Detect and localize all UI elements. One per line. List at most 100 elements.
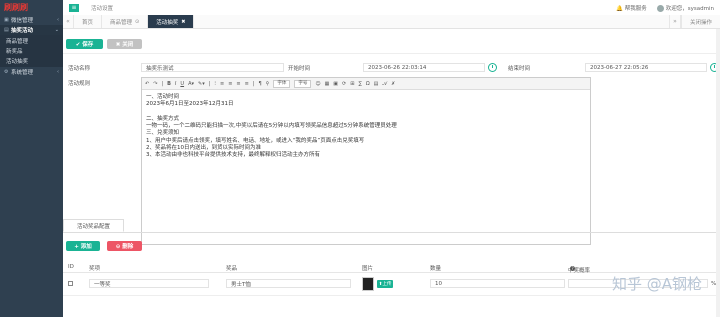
row-checkbox[interactable] bbox=[68, 281, 73, 286]
clear-format-icon[interactable]: ✗ bbox=[391, 81, 395, 87]
redo-icon[interactable]: ↷ bbox=[153, 81, 157, 87]
menu-toggle-button[interactable]: ≡ bbox=[69, 3, 79, 12]
column-header-product: 奖品 bbox=[226, 266, 238, 272]
toolbar-separator: | bbox=[161, 80, 164, 87]
tabs-close-label: 关闭操作 bbox=[689, 19, 712, 26]
sidebar-subitem-activity[interactable]: 活动抽奖 bbox=[0, 56, 63, 66]
align-center-icon[interactable]: ≡ bbox=[228, 81, 232, 87]
table-header: ID 奖项 奖品 图片 数量 中奖概率? bbox=[63, 262, 720, 274]
list-icon[interactable]: ⁝ bbox=[214, 81, 216, 87]
activity-name-label: 活动名称 bbox=[68, 66, 91, 72]
end-time-input[interactable]: 2023-06-27 22:05:26 bbox=[585, 63, 707, 72]
italic-icon[interactable]: I bbox=[175, 81, 176, 87]
activity-name-input[interactable]: 抽奖乐测试 bbox=[141, 63, 284, 72]
sidebar-item-label: 微信管理 bbox=[11, 18, 34, 24]
sidebar-submenu: 商品管理 新奖品 活动抽奖 bbox=[0, 35, 63, 67]
image-icon[interactable]: ▣ bbox=[333, 81, 338, 87]
topbar-right: 🔔 帮我服务 欢迎您，sysadmin bbox=[616, 4, 714, 12]
notice-link[interactable]: 🔔 帮我服务 bbox=[616, 4, 647, 12]
sidebar-subitem-products[interactable]: 商品管理 bbox=[0, 36, 63, 46]
editor-line: 三、兑奖须知 bbox=[146, 130, 180, 137]
rich-text-editor[interactable]: ↶ ↷ | B I U A▾ ✎▾ | ⁝ ≡ ≡ ≡ ≡ | ¶ ⚲ 字体 字… bbox=[141, 77, 591, 245]
quantity-input[interactable]: 10 bbox=[430, 279, 565, 288]
editor-body[interactable]: 一、活动时间 2023年6月1日至2023年12月31日 二、抽奖方式 一物一码… bbox=[142, 90, 590, 164]
sidebar-item-lottery[interactable]: ▤ 抽奖活动 ⌄ bbox=[0, 25, 63, 35]
gift-icon: ▤ bbox=[4, 27, 9, 33]
formula-icon[interactable]: ∑ bbox=[358, 81, 361, 87]
watermark: 知乎 @A钢枪 bbox=[611, 275, 702, 293]
paragraph-icon[interactable]: ¶ bbox=[258, 81, 261, 87]
underline-icon[interactable]: U bbox=[180, 81, 184, 87]
font-color-icon[interactable]: A▾ bbox=[188, 81, 194, 87]
sidebar-subitem-label: 活动抽奖 bbox=[6, 59, 29, 65]
logo: 刷刷刷 bbox=[4, 3, 28, 12]
tab-label: 商品管理 bbox=[110, 19, 133, 26]
section-divider bbox=[63, 232, 720, 233]
prize-input[interactable]: 一等奖 bbox=[89, 279, 209, 288]
save-button[interactable]: ✔ 保存 bbox=[66, 39, 103, 49]
special-char-icon[interactable]: Ω bbox=[366, 81, 370, 87]
sidebar-item-label: 抽奖活动 bbox=[11, 28, 34, 34]
editor-line: 1、用户中奖后请点击领奖，填写姓名、电话、地址，或进入“我的奖品”页面点击兑奖填… bbox=[146, 137, 365, 144]
emoji-icon[interactable]: ☺ bbox=[315, 81, 320, 87]
product-select[interactable]: 男士T恤 bbox=[226, 279, 351, 288]
close-button[interactable]: ✖ 关闭 bbox=[107, 39, 142, 49]
chevron-left-icon: ‹ bbox=[57, 17, 59, 23]
editor-line: 2023年6月1日至2023年12月31日 bbox=[146, 101, 234, 108]
chevron-down-icon: ⌄ bbox=[54, 27, 59, 33]
column-header-id: ID bbox=[68, 264, 74, 270]
sidebar-item-label: 系统管理 bbox=[11, 70, 34, 76]
font-size-select[interactable]: 字号 bbox=[294, 79, 312, 88]
insert-icon[interactable]: ⊞ bbox=[350, 81, 354, 87]
table-icon[interactable]: ▦ bbox=[325, 81, 330, 87]
tab-home[interactable]: 首页 bbox=[74, 15, 103, 28]
refresh-icon[interactable]: ⟳ bbox=[342, 81, 346, 87]
user-menu[interactable]: 欢迎您，sysadmin bbox=[656, 4, 714, 12]
undo-icon[interactable]: ↶ bbox=[145, 81, 149, 87]
wechat-icon: ▣ bbox=[4, 17, 9, 23]
column-header-image: 图片 bbox=[362, 266, 374, 272]
template-icon[interactable]: ▤ bbox=[374, 81, 379, 87]
align-right-icon[interactable]: ≡ bbox=[236, 81, 240, 87]
notice-label: 帮我服务 bbox=[624, 5, 647, 12]
tabs-prev-button[interactable]: « bbox=[63, 15, 74, 28]
sidebar-item-wechat[interactable]: ▣ 微信管理 ‹ bbox=[0, 15, 63, 25]
start-time-input[interactable]: 2023-06-26 22:03:14 bbox=[363, 63, 485, 72]
tab-activity[interactable]: 活动抽奖 ✖ bbox=[148, 15, 195, 28]
tab-prize-config[interactable]: 活动奖品配置 bbox=[63, 219, 124, 232]
page-tabs: « 首页 商品管理 ⊙ 活动抽奖 ✖ » 关闭操作 bbox=[63, 15, 720, 29]
sidebar-subitem-label: 新奖品 bbox=[6, 49, 23, 55]
scrollbar[interactable] bbox=[716, 29, 720, 317]
delete-prize-button[interactable]: ⊖ 删除 bbox=[107, 241, 142, 251]
column-header-quantity: 数量 bbox=[430, 266, 442, 272]
sidebar-subitem-new-prize[interactable]: 新奖品 bbox=[0, 46, 63, 56]
tab-label: 首页 bbox=[82, 19, 94, 26]
tabs-right: » 关闭操作 bbox=[668, 15, 720, 28]
help-icon[interactable]: ? bbox=[570, 266, 575, 271]
sidebar-item-system[interactable]: ⚙ 系统管理 ‹ bbox=[0, 67, 63, 77]
clock-icon[interactable] bbox=[488, 63, 497, 72]
search-icon[interactable]: ⚲ bbox=[266, 81, 270, 87]
close-icon[interactable]: ⊙ bbox=[135, 19, 139, 25]
close-icon[interactable]: ✖ bbox=[181, 19, 185, 25]
bell-icon: 🔔 bbox=[616, 5, 623, 12]
font-family-select[interactable]: 字体 bbox=[273, 79, 291, 88]
tab-label: 活动抽奖 bbox=[156, 19, 179, 26]
upload-button[interactable]: ⬆上传 bbox=[377, 280, 393, 288]
gear-icon: ⚙ bbox=[4, 69, 9, 75]
align-left-icon[interactable]: ≡ bbox=[220, 81, 224, 87]
highlight-icon[interactable]: ✎▾ bbox=[198, 81, 205, 87]
toolbar-separator: | bbox=[252, 80, 255, 87]
tabs-next-button[interactable]: » bbox=[668, 15, 681, 28]
breadcrumb: 活动设置 bbox=[91, 5, 114, 12]
align-justify-icon[interactable]: ≡ bbox=[245, 81, 249, 87]
format-icon[interactable]: 𝒜 bbox=[382, 81, 387, 87]
start-time-label: 开始时间 bbox=[288, 66, 311, 72]
editor-line: 3、本活动由非也科技平台提供技术支持，最终解释权归活动主办方所有 bbox=[146, 152, 321, 159]
product-image bbox=[362, 277, 374, 291]
tab-products[interactable]: 商品管理 ⊙ bbox=[102, 15, 149, 28]
editor-line: 一物一码，一个二维码只能扫描一次,中奖以后请在5分钟以内填写领奖品信息超过5分钟… bbox=[146, 123, 397, 130]
bold-icon[interactable]: B bbox=[167, 81, 171, 87]
tabs-close-menu[interactable]: 关闭操作 bbox=[680, 15, 720, 28]
add-prize-button[interactable]: + 添加 bbox=[66, 241, 100, 251]
